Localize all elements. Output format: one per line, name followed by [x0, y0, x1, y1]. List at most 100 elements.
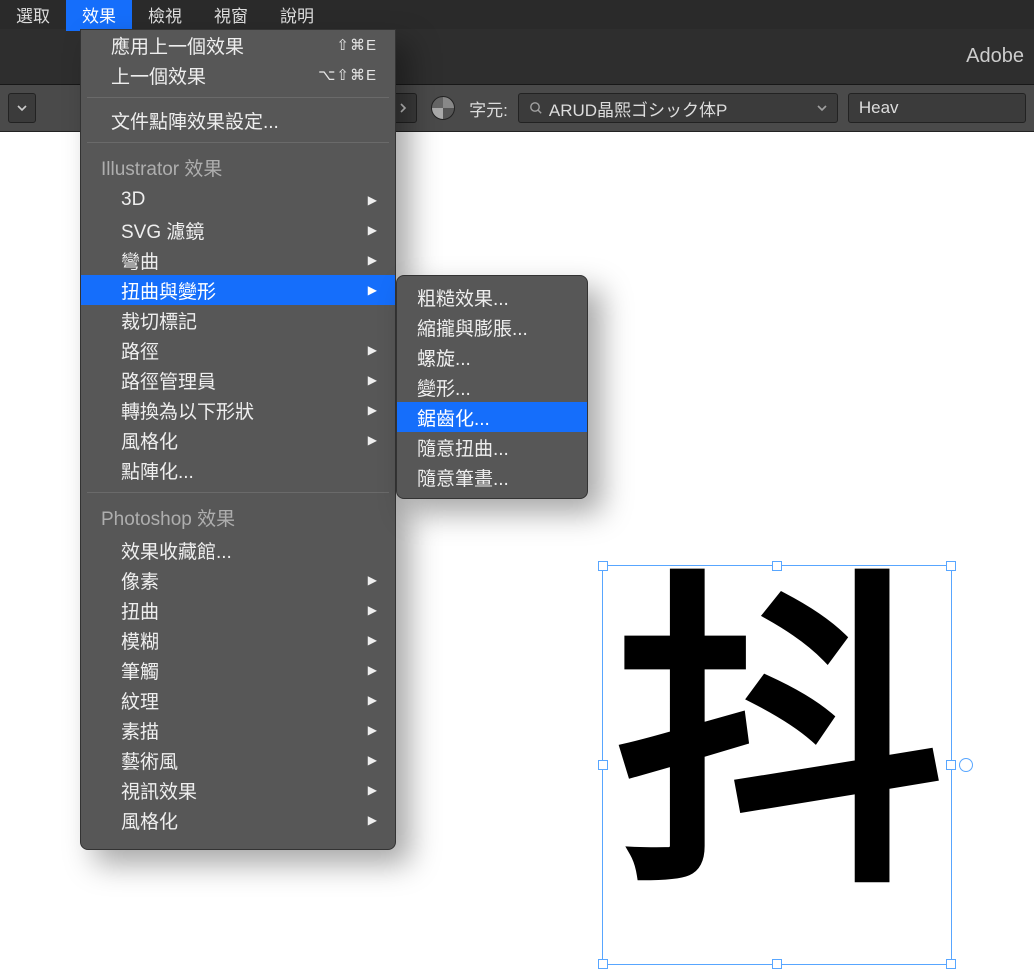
submenu-item[interactable]: 隨意筆畫... — [397, 462, 587, 492]
submenu-item[interactable]: 隨意扭曲... — [397, 432, 587, 462]
selection-bounding-box[interactable] — [602, 565, 952, 965]
menu-item-label: 文件點陣效果設定... — [111, 107, 279, 134]
resize-handle-top-right[interactable] — [946, 561, 956, 571]
resize-handle-top-mid[interactable] — [772, 561, 782, 571]
submenu-item[interactable]: 縮攏與膨脹... — [397, 312, 587, 342]
submenu-arrow-icon: ▶ — [368, 253, 377, 267]
submenu-arrow-icon: ▶ — [368, 223, 377, 237]
submenu-item-label: 變形... — [417, 374, 471, 401]
submenu-arrow-icon: ▶ — [368, 573, 377, 587]
menubar-item-effects[interactable]: 效果 — [66, 0, 132, 31]
chevron-down-icon — [17, 103, 27, 113]
submenu-arrow-icon: ▶ — [368, 373, 377, 387]
chevron-down-icon — [817, 103, 827, 113]
menu-item-label: 素描 — [121, 717, 159, 744]
menu-item-label: 應用上一個效果 — [111, 32, 244, 59]
color-harmony-icon[interactable] — [431, 96, 455, 120]
font-family-value: ARUD晶熙ゴシック体P — [549, 96, 728, 121]
menu-item[interactable]: 效果收藏館... — [81, 535, 395, 565]
menu-item[interactable]: 扭曲 ▶ — [81, 595, 395, 625]
menubar-item-view[interactable]: 檢視 — [132, 0, 198, 31]
submenu-arrow-icon: ▶ — [368, 783, 377, 797]
submenu-arrow-icon: ▶ — [368, 723, 377, 737]
submenu-item-label: 粗糙效果... — [417, 284, 509, 311]
toolbar-dropdown-button[interactable] — [8, 93, 36, 123]
font-weight-select[interactable]: Heav — [848, 93, 1026, 123]
resize-handle-bottom-left[interactable] — [598, 959, 608, 969]
menu-item[interactable]: 視訊效果▶ — [81, 775, 395, 805]
menu-item[interactable]: 像素 ▶ — [81, 565, 395, 595]
submenu-item-label: 隨意扭曲... — [417, 434, 509, 461]
menu-item[interactable]: 轉換為以下形狀 ▶ — [81, 395, 395, 425]
resize-handle-bottom-right[interactable] — [946, 959, 956, 969]
menu-item-label: 風格化 — [121, 427, 178, 454]
menu-section-illustrator-effects: Illustrator 效果 — [81, 150, 395, 185]
submenu-arrow-icon: ▶ — [368, 633, 377, 647]
font-family-select[interactable]: ARUD晶熙ゴシック体P — [518, 93, 838, 123]
menu-separator — [87, 142, 389, 143]
menubar-item-window[interactable]: 視窗 — [198, 0, 264, 31]
menu-item-label: 模糊 — [121, 627, 159, 654]
menu-item[interactable]: 紋理▶ — [81, 685, 395, 715]
menu-item[interactable]: 素描 ▶ — [81, 715, 395, 745]
menu-item-apply-last-effect[interactable]: 應用上一個效果 ⇧⌘E — [81, 30, 395, 60]
menubar-item-help[interactable]: 說明 — [264, 0, 330, 31]
menu-item[interactable]: 3D ▶ — [81, 185, 395, 215]
menu-item[interactable]: 模糊 ▶ — [81, 625, 395, 655]
resize-handle-top-left[interactable] — [598, 561, 608, 571]
submenu-arrow-icon: ▶ — [368, 283, 377, 297]
menu-item-label: 路徑 — [121, 337, 159, 364]
effects-menu: 應用上一個效果 ⇧⌘E 上一個效果 ⌥⇧⌘E 文件點陣效果設定... Illus… — [80, 29, 396, 850]
submenu-item[interactable]: 鋸齒化... — [397, 402, 587, 432]
menu-item[interactable]: 裁切標記 — [81, 305, 395, 335]
menu-separator — [87, 97, 389, 98]
menu-item[interactable]: 路徑管理員 ▶ — [81, 365, 395, 395]
menu-item-shortcut: ⌥⇧⌘E — [318, 66, 377, 84]
menu-item[interactable]: 路徑▶ — [81, 335, 395, 365]
resize-handle-bottom-mid[interactable] — [772, 959, 782, 969]
menu-item-label: 裁切標記 — [121, 307, 197, 334]
menu-item[interactable]: 藝術風▶ — [81, 745, 395, 775]
menu-item[interactable]: 筆觸 ▶ — [81, 655, 395, 685]
menu-separator — [87, 492, 389, 493]
submenu-arrow-icon: ▶ — [368, 603, 377, 617]
menu-item-label: 轉換為以下形狀 — [121, 397, 254, 424]
menu-item-label: 筆觸 — [121, 657, 159, 684]
submenu-item[interactable]: 螺旋... — [397, 342, 587, 372]
menu-item-label: 像素 — [121, 567, 159, 594]
menu-item-label: 點陣化... — [121, 457, 194, 484]
menu-item[interactable]: 扭曲與變形 ▶ — [81, 275, 395, 305]
menu-item[interactable]: 風格化 ▶ — [81, 805, 395, 835]
submenu-arrow-icon: ▶ — [368, 663, 377, 677]
resize-handle-mid-left[interactable] — [598, 760, 608, 770]
submenu-arrow-icon: ▶ — [368, 193, 377, 207]
menu-item-label: 扭曲與變形 — [121, 277, 216, 304]
submenu-arrow-icon: ▶ — [368, 693, 377, 707]
submenu-item-label: 隨意筆畫... — [417, 464, 509, 491]
menu-item-previous-effect[interactable]: 上一個效果 ⌥⇧⌘E — [81, 60, 395, 90]
menu-item[interactable]: 風格化 ▶ — [81, 425, 395, 455]
submenu-arrow-icon: ▶ — [368, 813, 377, 827]
rotate-handle[interactable] — [959, 758, 973, 772]
menu-item-label: 效果收藏館... — [121, 537, 232, 564]
menu-item[interactable]: 點陣化... — [81, 455, 395, 485]
menu-item[interactable]: 彎曲▶ — [81, 245, 395, 275]
search-icon — [529, 101, 543, 115]
resize-handle-mid-right[interactable] — [946, 760, 956, 770]
menu-item-shortcut: ⇧⌘E — [336, 36, 377, 54]
submenu-arrow-icon: ▶ — [368, 403, 377, 417]
menu-item-label: 扭曲 — [121, 597, 159, 624]
menu-item-label: 風格化 — [121, 807, 178, 834]
brand-label: Adobe — [966, 45, 1024, 68]
submenu-arrow-icon: ▶ — [368, 433, 377, 447]
submenu-arrow-icon: ▶ — [368, 753, 377, 767]
menubar-item-select[interactable]: 選取 — [0, 0, 66, 31]
menu-item[interactable]: SVG 濾鏡▶ — [81, 215, 395, 245]
chevron-right-icon — [398, 103, 408, 113]
menu-item-label: 路徑管理員 — [121, 367, 216, 394]
submenu-item-label: 螺旋... — [417, 344, 471, 371]
submenu-item[interactable]: 粗糙效果... — [397, 282, 587, 312]
submenu-item[interactable]: 變形... — [397, 372, 587, 402]
menu-item-label: 3D — [121, 189, 145, 211]
menu-item-document-raster-settings[interactable]: 文件點陣效果設定... — [81, 105, 395, 135]
